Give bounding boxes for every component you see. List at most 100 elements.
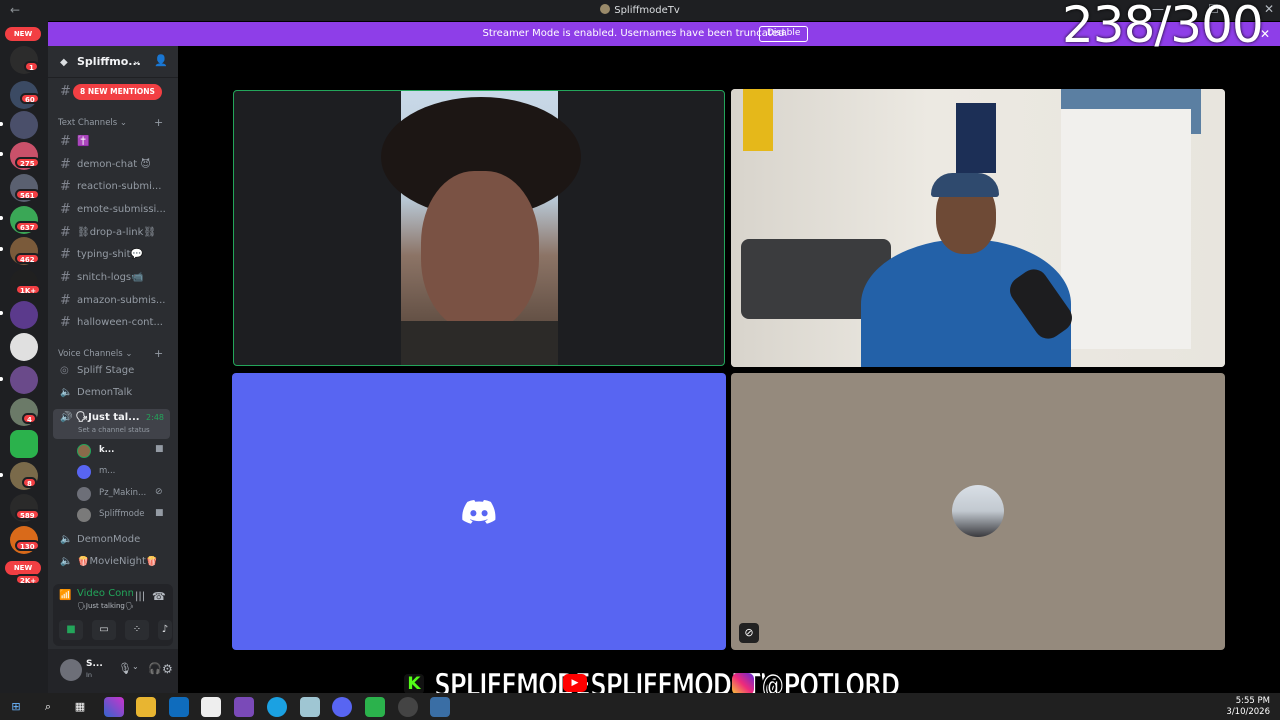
discord-taskbar-icon[interactable] (332, 697, 352, 717)
channel-item[interactable]: # ✝️ (60, 134, 172, 152)
channel-item[interactable]: # halloween-cont... (60, 315, 172, 333)
chevron-down-icon[interactable]: ⌄ (132, 54, 141, 67)
unread-indicator (0, 247, 3, 251)
video-stage: ⊘ (178, 46, 1280, 693)
speaker-icon: 🔈 (60, 534, 73, 545)
video-tile-avatar[interactable]: ⊘ (731, 373, 1225, 650)
channel-item[interactable]: # reaction-submi... (60, 179, 172, 197)
windows-start-icon[interactable]: ⊞ (6, 697, 26, 717)
instagram-logo-icon (732, 673, 754, 695)
channel-item[interactable]: # ⛓drop-a-link⛓ (60, 225, 172, 243)
gear-icon[interactable]: ⚙ (162, 662, 173, 676)
chevron-down-icon[interactable]: ⌄ (132, 662, 139, 671)
avatar (77, 465, 91, 479)
hash-icon: # (60, 293, 71, 308)
camera-button[interactable]: ■ (59, 620, 83, 640)
server-icon-3[interactable] (10, 111, 38, 139)
new-unreads-pill-bottom[interactable]: NEW (5, 561, 41, 575)
server-icon-10[interactable] (10, 333, 38, 361)
channel-item[interactable]: # demon-chat 😈 (60, 157, 172, 175)
stage-icon: ◎ (60, 365, 69, 376)
voice-channel-item[interactable]: 🔈 DemonMode (60, 534, 172, 552)
channel-item[interactable]: # emote-submissi... (60, 202, 172, 220)
active-voice-channel[interactable]: 🔊 🗣Just tal... 2:48 Set a channel status (53, 409, 170, 439)
copilot-icon[interactable] (104, 697, 124, 717)
store-icon[interactable] (201, 697, 221, 717)
edge-browser-icon[interactable] (267, 697, 287, 717)
notepad-icon[interactable] (300, 697, 320, 717)
create-channel-icon[interactable]: + (154, 347, 163, 360)
video-tile-no-camera[interactable] (232, 373, 726, 650)
disconnect-icon[interactable]: ☎ (152, 590, 166, 603)
voice-channel-item[interactable]: 🔈 🍿MovieNight🍿 (60, 556, 172, 574)
voice-connected-title[interactable]: Video Connected (77, 588, 133, 599)
deafened-icon: ⊘ (155, 487, 163, 497)
user-panel: S... In 🎙 ⌄ 🎧 ⚙ (48, 649, 178, 693)
unread-indicator (0, 152, 3, 156)
youtube-logo-icon: ▶ (563, 674, 587, 692)
channel-item[interactable]: # amazon-submis... (60, 293, 172, 311)
new-unreads-pill-top[interactable]: NEW (5, 27, 41, 41)
hash-icon: # (60, 270, 71, 285)
video-tile-speaking[interactable] (233, 90, 725, 366)
soundboard-button[interactable]: ♪ (158, 620, 172, 640)
voice-member[interactable]: Spliffmode ■ (77, 507, 172, 525)
system-clock[interactable]: 5:55 PM 3/10/2026 (1226, 696, 1270, 718)
voice-connected-subtitle[interactable]: 🗣Just talking🗣 / ... (77, 602, 135, 610)
search-icon[interactable]: ⌕ (38, 697, 58, 717)
close-window-icon[interactable]: ✕ (1264, 2, 1274, 16)
avatar (952, 485, 1004, 537)
outlook-icon[interactable] (169, 697, 189, 717)
task-view-icon[interactable]: ▦ (70, 697, 90, 717)
server-header[interactable]: ◆ Spliffmo... ⌄ 👤 (48, 46, 178, 78)
unread-indicator (0, 473, 3, 477)
speaker-icon: 🔈 (60, 556, 73, 567)
video-tile-streamer[interactable] (731, 89, 1225, 367)
invite-people-icon[interactable]: 👤 (154, 54, 168, 67)
server-icon-9[interactable] (10, 301, 38, 329)
channel-status[interactable]: Set a channel status (78, 426, 150, 434)
headphones-icon[interactable]: 🎧 (148, 662, 162, 675)
camera-feed (381, 91, 581, 365)
mention-badge: 1 (24, 61, 39, 72)
discord-logo-icon (462, 500, 496, 524)
video-camera-icon: ■ (155, 508, 164, 518)
server-icon-11[interactable] (10, 366, 38, 394)
app-icon[interactable] (365, 697, 385, 717)
voice-connected-panel: 📶 Video Connected 🗣Just talking🗣 / ... |… (53, 584, 173, 646)
avatar (77, 444, 91, 458)
voice-member[interactable]: Pz_Makin... ⊘ (77, 486, 172, 504)
app-icon[interactable] (234, 697, 254, 717)
new-mentions-pill[interactable]: 8 NEW MENTIONS (73, 84, 162, 100)
screen-share-button[interactable]: ▭ (92, 620, 116, 640)
category-voice-channels[interactable]: Voice Channels ⌄ + (58, 347, 163, 360)
channel-item[interactable]: # snitch-logs📹 (60, 270, 172, 288)
stream-goal-counter: 238/300 (1062, 0, 1264, 54)
voice-member[interactable]: k... ■ (77, 443, 172, 461)
app-icon[interactable] (430, 697, 450, 717)
server-icon-kick[interactable] (10, 430, 38, 458)
activities-button[interactable]: ⁘ (125, 620, 149, 640)
voice-channel-item[interactable]: ◎ Spliff Stage (60, 365, 172, 383)
microphone-icon[interactable]: 🎙 (118, 662, 132, 675)
channel-item[interactable]: # typing-shit💬 (60, 247, 172, 265)
category-text-channels[interactable]: Text Channels ⌄ + (58, 116, 163, 129)
channel-sidebar: ◆ Spliffmo... ⌄ 👤 # 8 NEW MENTIONS Text … (48, 46, 178, 693)
taskbar: ⊞ ⌕ ▦ 5:55 PM 3/10/2026 (0, 693, 1280, 720)
voice-channel-item[interactable]: 🔈 DemonTalk (60, 387, 172, 405)
hash-icon: # (60, 179, 71, 194)
file-explorer-icon[interactable] (136, 697, 156, 717)
username[interactable]: S... (86, 659, 103, 669)
noise-suppression-icon[interactable]: ||| (135, 591, 145, 602)
hash-icon: # (60, 134, 71, 149)
disable-streamer-mode-button[interactable]: Disable (759, 26, 809, 42)
server-boost-icon: ◆ (60, 57, 68, 68)
create-channel-icon[interactable]: + (154, 116, 163, 129)
voice-member[interactable]: m... (77, 464, 172, 482)
mention-badge: 8 (22, 477, 37, 488)
obs-icon[interactable] (398, 697, 418, 717)
avatar[interactable] (60, 659, 82, 681)
unread-indicator (0, 122, 3, 126)
mention-badge: 462 (15, 253, 40, 264)
discord-window: ← SpliffmodeTv — ☐ ✕ Streamer Mode is en… (0, 0, 1280, 720)
